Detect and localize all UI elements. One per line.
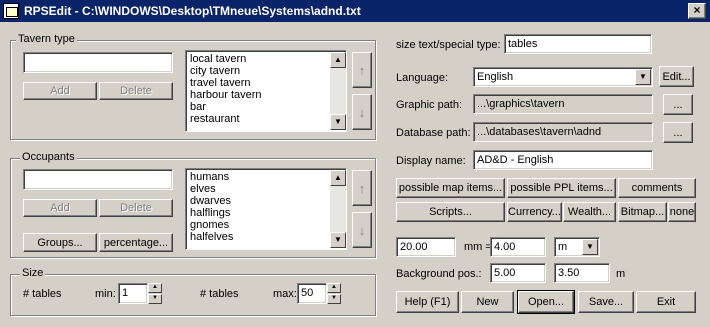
list-item[interactable]: humans: [187, 171, 331, 183]
tavern-type-list[interactable]: local tavern city tavern travel tavern h…: [185, 50, 347, 132]
new-button[interactable]: New: [461, 291, 514, 313]
title-bar: RPSEdit - C:\WINDOWS\Desktop\TMneue\Syst…: [0, 0, 710, 22]
background-y-input[interactable]: 3.50: [554, 263, 610, 283]
dropdown-arrow-icon[interactable]: ▼: [582, 239, 598, 255]
list-item[interactable]: harbour tavern: [187, 89, 331, 101]
move-down-arrow-icon[interactable]: ↓: [352, 94, 372, 130]
graphic-path-field: ...\graphics\tavern: [473, 94, 653, 114]
move-down-arrow-icon[interactable]: ↓: [352, 212, 372, 248]
display-name-label: Display name:: [396, 155, 466, 167]
possible-map-items-button[interactable]: possible map items...: [396, 178, 505, 198]
occupants-list-scrollbar[interactable]: ▲ ▼: [330, 170, 346, 248]
occupants-input[interactable]: [23, 169, 173, 190]
list-item[interactable]: halflings: [187, 207, 331, 219]
tavern-delete-button[interactable]: Delete: [99, 82, 173, 100]
bitmap-button[interactable]: Bitmap...: [618, 202, 667, 222]
save-button[interactable]: Save...: [578, 291, 634, 313]
currency-button[interactable]: Currency...: [507, 202, 562, 222]
scripts-button[interactable]: Scripts...: [396, 202, 505, 222]
list-item[interactable]: travel tavern: [187, 77, 331, 89]
background-unit-label: m: [616, 268, 626, 280]
none-button[interactable]: none: [668, 202, 696, 222]
spin-down-icon[interactable]: ▼: [148, 294, 162, 304]
min-tables-label: # tables: [23, 288, 62, 300]
display-name-input[interactable]: AD&D - English: [473, 150, 653, 170]
move-up-arrow-icon[interactable]: ↑: [352, 170, 372, 206]
dropdown-arrow-icon[interactable]: ▼: [635, 69, 651, 85]
open-button[interactable]: Open...: [517, 290, 575, 314]
background-x-input[interactable]: 5.00: [490, 263, 546, 283]
graphic-path-label: Graphic path:: [396, 99, 463, 111]
groups-button[interactable]: Groups...: [23, 233, 97, 252]
list-item[interactable]: restaurant: [187, 113, 331, 125]
list-item[interactable]: dwarves: [187, 195, 331, 207]
move-up-arrow-icon[interactable]: ↑: [352, 52, 372, 88]
tavern-type-input[interactable]: [23, 52, 173, 73]
language-edit-button[interactable]: Edit...: [659, 66, 694, 87]
scroll-up-icon[interactable]: ▲: [330, 52, 346, 68]
list-item[interactable]: gnomes: [187, 219, 331, 231]
list-item[interactable]: bar: [187, 101, 331, 113]
comments-button[interactable]: comments: [618, 178, 696, 198]
help-button[interactable]: Help (F1): [396, 291, 459, 313]
tavern-list-scrollbar[interactable]: ▲ ▼: [330, 52, 346, 130]
database-path-field: ...\databases\tavern\adnd: [473, 122, 653, 142]
occupants-delete-button[interactable]: Delete: [99, 199, 173, 217]
wealth-button[interactable]: Wealth...: [563, 202, 616, 222]
min-label: min:: [95, 288, 116, 300]
database-path-browse-button[interactable]: ...: [663, 122, 693, 143]
database-path-label: Database path:: [396, 127, 471, 139]
scale-mm-input[interactable]: 20.00: [396, 237, 456, 257]
language-label: Language:: [396, 72, 448, 84]
list-item[interactable]: elves: [187, 183, 331, 195]
list-item[interactable]: city tavern: [187, 65, 331, 77]
app-icon: [3, 3, 19, 19]
min-tables-input[interactable]: 1: [118, 283, 148, 304]
window-title: RPSEdit - C:\WINDOWS\Desktop\TMneue\Syst…: [24, 4, 361, 18]
percentage-button[interactable]: percentage...: [99, 233, 173, 252]
tavern-add-button[interactable]: Add: [23, 82, 97, 100]
list-item[interactable]: local tavern: [187, 53, 331, 65]
max-label: max:: [273, 288, 297, 300]
spin-up-icon[interactable]: ▲: [148, 283, 162, 293]
scroll-down-icon[interactable]: ▼: [330, 232, 346, 248]
background-pos-label: Background pos.:: [396, 268, 482, 280]
size-text-label: size text/special type:: [396, 39, 501, 51]
possible-ppl-items-button[interactable]: possible PPL items...: [507, 178, 616, 198]
graphic-path-browse-button[interactable]: ...: [663, 94, 693, 115]
list-item[interactable]: halfelves: [187, 231, 331, 243]
size-legend: Size: [20, 267, 46, 279]
tavern-type-legend: Tavern type: [16, 33, 77, 45]
exit-button[interactable]: Exit: [636, 291, 696, 313]
occupants-legend: Occupants: [20, 151, 77, 163]
scroll-up-icon[interactable]: ▲: [330, 170, 346, 186]
scale-mm-unit-label: mm =: [464, 241, 492, 253]
max-tables-input[interactable]: 50: [297, 283, 327, 304]
size-text-input[interactable]: tables: [504, 34, 652, 54]
spin-down-icon[interactable]: ▼: [327, 294, 341, 304]
language-select[interactable]: English: [473, 67, 653, 87]
occupants-add-button[interactable]: Add: [23, 199, 97, 217]
scroll-down-icon[interactable]: ▼: [330, 114, 346, 130]
close-button[interactable]: ×: [688, 3, 706, 19]
spin-up-icon[interactable]: ▲: [327, 283, 341, 293]
occupants-list[interactable]: humans elves dwarves halflings gnomes ha…: [185, 168, 347, 250]
scale-m-input[interactable]: 4.00: [490, 237, 546, 257]
max-tables-label: # tables: [200, 288, 239, 300]
